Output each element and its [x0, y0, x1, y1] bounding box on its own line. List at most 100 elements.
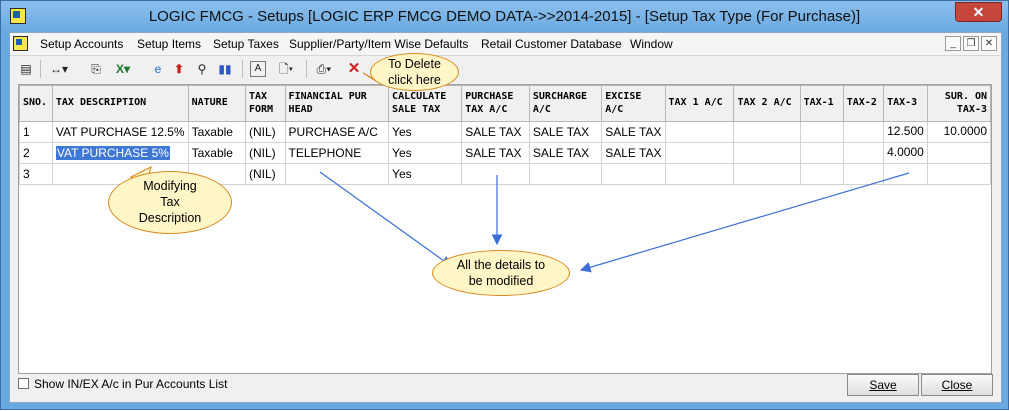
table-cell[interactable]: SALE TAX — [528, 142, 603, 164]
child-close-button[interactable]: ✕ — [981, 36, 997, 51]
close-button[interactable]: Close — [921, 374, 993, 396]
column-header[interactable]: FINANCIAL PUR HEAD — [284, 85, 390, 122]
child-minimize-button[interactable]: _ — [945, 36, 961, 51]
table-cell[interactable] — [733, 142, 801, 164]
tax-description-edit-input[interactable]: VAT PURCHASE 5% — [55, 146, 170, 160]
table-cell[interactable]: Yes — [388, 142, 463, 164]
table-row[interactable]: 2 VAT PURCHASE 5% Taxable (NIL) TELEPHONE Yes… — [19, 142, 992, 164]
table-cell[interactable]: 2 — [19, 142, 53, 164]
column-header[interactable]: EXCISE A/C — [601, 85, 666, 122]
menu-window[interactable]: Window — [630, 37, 673, 51]
menu-supplier-defaults[interactable]: Supplier/Party/Item Wise Defaults — [289, 37, 468, 51]
column-header[interactable]: TAX DESCRIPTION — [51, 85, 189, 122]
all-details-callout-line: be modified — [468, 274, 534, 288]
table-cell[interactable]: (NIL) — [244, 121, 286, 143]
table-cell[interactable] — [926, 163, 992, 185]
up-arrow-icon[interactable]: ⬆ — [172, 61, 186, 77]
table-cell[interactable]: 10.0000 — [926, 121, 992, 143]
table-cell[interactable]: 4.0000 — [883, 142, 928, 164]
toolbar: ▤ ↔▾ ⎘ X▾ e ⬆ ⚲ ▮▮ A 🗋▾ ⎙▾ ✕ — [10, 56, 1001, 82]
column-header[interactable]: TAX-1 — [799, 85, 844, 122]
save-button[interactable]: Save — [847, 374, 919, 396]
toolbar-separator — [306, 60, 307, 78]
column-header[interactable]: PURCHASE TAX A/C — [461, 85, 530, 122]
menu-setup-items[interactable]: Setup Items — [137, 37, 201, 51]
table-cell[interactable]: 1 — [19, 121, 53, 143]
print-preview-icon[interactable]: ▤ — [18, 61, 34, 77]
column-header[interactable]: SUR. ON TAX-3 — [926, 85, 992, 122]
table-cell[interactable] — [926, 142, 992, 164]
menu-retail-customer-db[interactable]: Retail Customer Database — [481, 37, 622, 51]
column-header[interactable]: TAX 1 A/C — [664, 85, 735, 122]
table-cell[interactable]: 12.500 — [883, 121, 928, 143]
table-cell[interactable] — [842, 163, 885, 185]
column-header[interactable]: TAX FORM — [244, 85, 286, 122]
table-cell[interactable] — [733, 121, 801, 143]
table-cell[interactable] — [284, 163, 390, 185]
find-binoculars-icon[interactable]: ⚲ — [194, 61, 210, 77]
column-header[interactable]: SURCHARGE A/C — [528, 85, 603, 122]
table-cell[interactable] — [733, 163, 801, 185]
table-cell[interactable]: PURCHASE A/C — [284, 121, 390, 143]
modify-callout-line: Modifying — [143, 179, 197, 193]
child-restore-button[interactable]: ❐ — [963, 36, 979, 51]
all-details-callout: All the details to be modified — [432, 250, 570, 296]
table-cell[interactable] — [883, 163, 928, 185]
column-width-icon[interactable]: ↔▾ — [46, 61, 72, 77]
table-cell[interactable]: VAT PURCHASE 5% — [51, 142, 189, 164]
title-bar[interactable]: LOGIC FMCG - Setups [LOGIC ERP FMCG DEMO… — [1, 1, 1008, 32]
table-cell[interactable]: Taxable — [187, 142, 246, 164]
table-cell[interactable] — [799, 163, 844, 185]
modify-callout-line: Tax — [160, 195, 180, 209]
save-label: Save — [869, 378, 897, 392]
printer-icon[interactable]: ⎙▾ — [310, 61, 338, 77]
bar-chart-icon[interactable]: ▮▮ — [216, 61, 234, 77]
table-cell[interactable] — [461, 163, 530, 185]
table-cell[interactable] — [664, 121, 735, 143]
table-cell[interactable]: SALE TAX — [601, 121, 666, 143]
page-preview-icon[interactable]: 🗋▾ — [272, 61, 300, 77]
copy-icon[interactable]: ⎘ — [88, 61, 104, 77]
table-cell[interactable]: Yes — [388, 121, 463, 143]
child-window-icon[interactable] — [13, 36, 28, 51]
column-header[interactable]: NATURE — [187, 85, 246, 122]
column-header[interactable]: TAX 2 A/C — [733, 85, 801, 122]
table-cell[interactable]: SALE TAX — [461, 121, 530, 143]
table-cell[interactable] — [528, 163, 603, 185]
table-row[interactable]: 1 VAT PURCHASE 12.5% Taxable (NIL) PURCHASE … — [19, 121, 992, 143]
menu-setup-taxes[interactable]: Setup Taxes — [213, 37, 279, 51]
internet-explorer-icon[interactable]: e — [150, 61, 166, 77]
window-close-button[interactable]: ✕ — [955, 2, 1002, 22]
table-cell[interactable]: VAT PURCHASE 12.5% — [51, 121, 189, 143]
table-cell[interactable] — [842, 121, 885, 143]
table-cell[interactable]: (NIL) — [244, 163, 286, 185]
table-cell[interactable]: SALE TAX — [528, 121, 603, 143]
table-cell[interactable] — [664, 163, 735, 185]
table-cell[interactable] — [799, 142, 844, 164]
all-details-callout-line: All the details to — [456, 258, 546, 272]
table-cell[interactable]: Yes — [388, 163, 463, 185]
column-header[interactable]: TAX-2 — [842, 85, 885, 122]
table-cell[interactable]: 3 — [19, 163, 53, 185]
table-cell[interactable]: Taxable — [187, 121, 246, 143]
table-cell[interactable] — [799, 121, 844, 143]
column-header[interactable]: TAX-3 — [883, 85, 928, 122]
table-cell[interactable]: (NIL) — [244, 142, 286, 164]
show-inex-label: Show IN/EX A/c in Pur Accounts List — [34, 377, 228, 391]
table-cell[interactable] — [601, 163, 666, 185]
delete-icon[interactable]: ✕ — [346, 61, 362, 77]
excel-export-icon[interactable]: X▾ — [110, 61, 136, 77]
column-header[interactable]: SNO. — [19, 85, 53, 122]
table-cell[interactable]: SALE TAX — [461, 142, 530, 164]
show-inex-checkbox[interactable] — [18, 378, 29, 389]
font-icon[interactable]: A — [250, 61, 266, 77]
menu-setup-accounts[interactable]: Setup Accounts — [40, 37, 123, 51]
table-cell[interactable] — [664, 142, 735, 164]
menu-bar: Setup Accounts Setup Items Setup Taxes S… — [10, 33, 1001, 56]
column-header[interactable]: CALCULATE SALE TAX — [388, 85, 463, 122]
table-cell[interactable] — [842, 142, 885, 164]
tax-type-table: SNO. TAX DESCRIPTION NATURE TAX FORM FINANCI… — [19, 85, 992, 185]
close-label: Close — [941, 378, 973, 392]
table-cell[interactable]: SALE TAX — [601, 142, 666, 164]
table-cell[interactable]: TELEPHONE — [284, 142, 390, 164]
